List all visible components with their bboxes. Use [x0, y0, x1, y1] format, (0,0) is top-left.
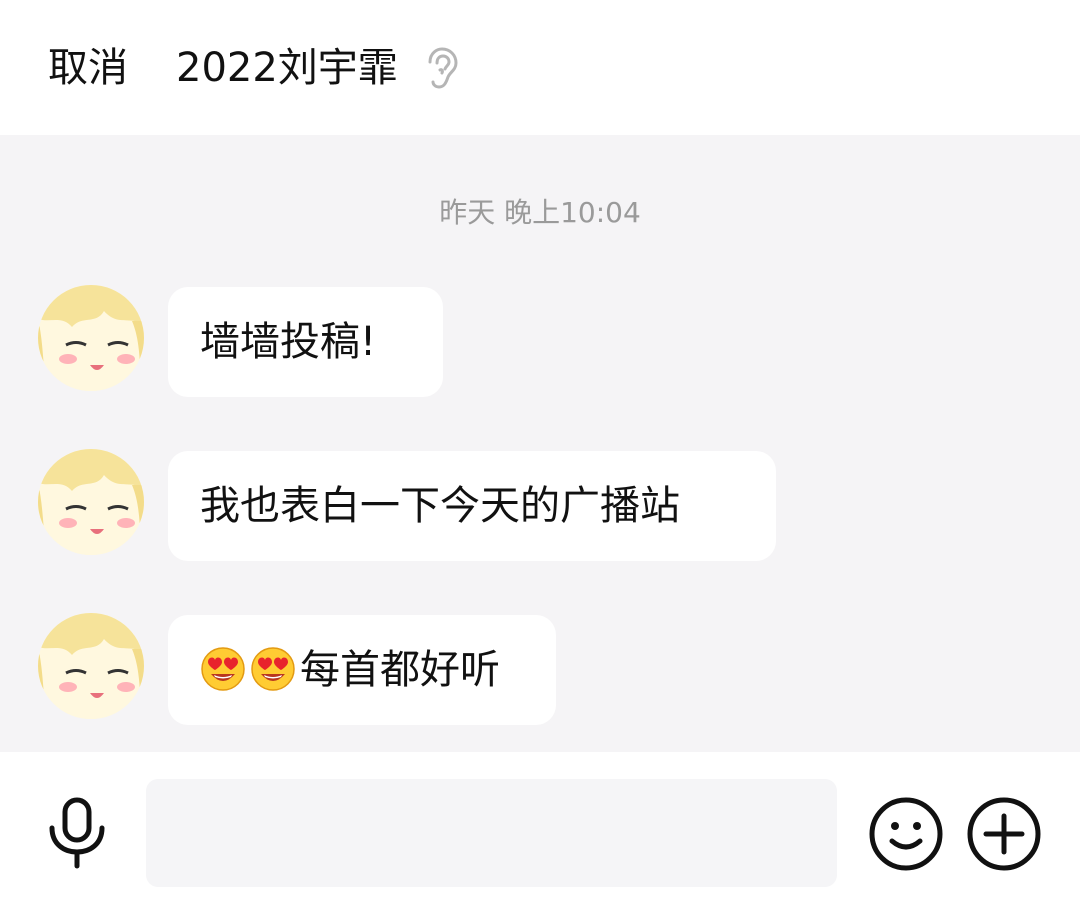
message-input[interactable] — [146, 779, 837, 887]
message-row: 每首都好听 — [0, 613, 1080, 727]
heart-eyes-emoji-icon — [201, 647, 245, 691]
message-bubble[interactable]: 墙墙投稿! — [168, 287, 443, 397]
plus-icon[interactable] — [966, 796, 1042, 872]
cancel-button[interactable]: 取消 — [48, 38, 128, 98]
avatar[interactable] — [38, 285, 144, 391]
message-row: 我也表白一下今天的广播站 — [0, 449, 1080, 563]
chat-title: 2022刘宇霏 — [176, 45, 398, 91]
message-row: 墙墙投稿! — [0, 285, 1080, 399]
microphone-icon[interactable] — [46, 796, 108, 870]
heart-eyes-emoji-icon — [251, 647, 295, 691]
avatar[interactable] — [38, 613, 144, 719]
chat-area[interactable]: 昨天 晚上10:04 墙墙投稿! 我也表白一下今天的广播站 每首都好听 — [0, 135, 1080, 752]
avatar[interactable] — [38, 449, 144, 555]
message-text: 每首都好听 — [300, 647, 500, 693]
input-bar — [0, 752, 1080, 914]
message-bubble[interactable]: 每首都好听 — [168, 615, 556, 725]
ear-icon[interactable] — [420, 46, 460, 90]
chat-header: 取消 2022刘宇霏 — [0, 0, 1080, 135]
message-bubble[interactable]: 我也表白一下今天的广播站 — [168, 451, 776, 561]
smile-icon[interactable] — [868, 796, 944, 872]
message-timestamp: 昨天 晚上10:04 — [439, 196, 641, 229]
